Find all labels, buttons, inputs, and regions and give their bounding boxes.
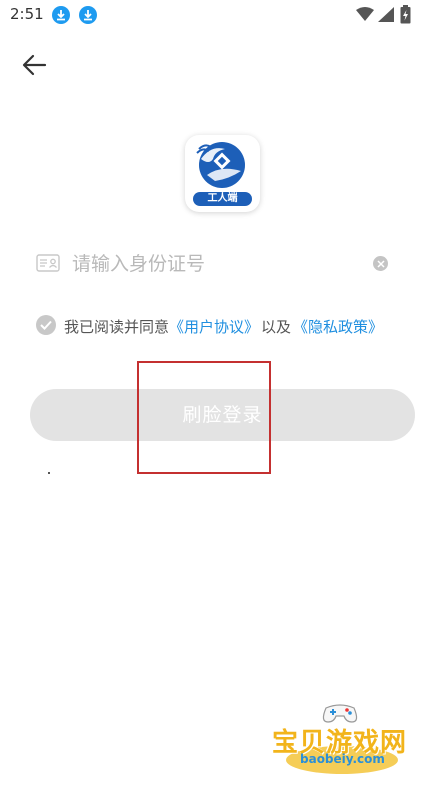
highlight-box [137, 361, 271, 474]
status-time: 2:51 [10, 5, 44, 23]
agreement-row: 我已阅读并同意《用户协议》 以及 《隐私政策》 [36, 314, 431, 338]
download-icon [52, 6, 70, 24]
download-icon [79, 6, 97, 24]
agreement-prefix: 我已阅读并同意 [64, 318, 170, 336]
watermark-url: baobeiy.com [300, 752, 385, 766]
id-number-input[interactable] [70, 248, 374, 280]
signal-icon [378, 7, 394, 22]
battery-icon [400, 5, 411, 24]
agreement-connector: 以及 [261, 318, 292, 336]
clear-icon[interactable] [373, 256, 388, 271]
agreement-text: 我已阅读并同意《用户协议》 以及 《隐私政策》 [64, 316, 383, 337]
user-agreement-link[interactable]: 《用户协议》 [169, 318, 259, 336]
logo-emblem [196, 142, 245, 188]
privacy-policy-link[interactable]: 《隐私政策》 [293, 318, 383, 336]
logo-badge: 工人端 [193, 192, 252, 206]
dot [48, 472, 50, 474]
id-input-row [30, 242, 415, 284]
agree-checkbox[interactable] [36, 315, 56, 335]
back-button[interactable] [16, 48, 52, 84]
id-card-icon [36, 254, 60, 272]
app-logo: 工人端 [185, 135, 260, 212]
watermark: 宝贝游戏网 baobeiy.com [268, 700, 418, 780]
check-icon [40, 320, 52, 330]
wifi-icon [356, 7, 374, 21]
arrow-left-icon [22, 54, 47, 76]
status-bar: 2:51 [0, 0, 445, 30]
